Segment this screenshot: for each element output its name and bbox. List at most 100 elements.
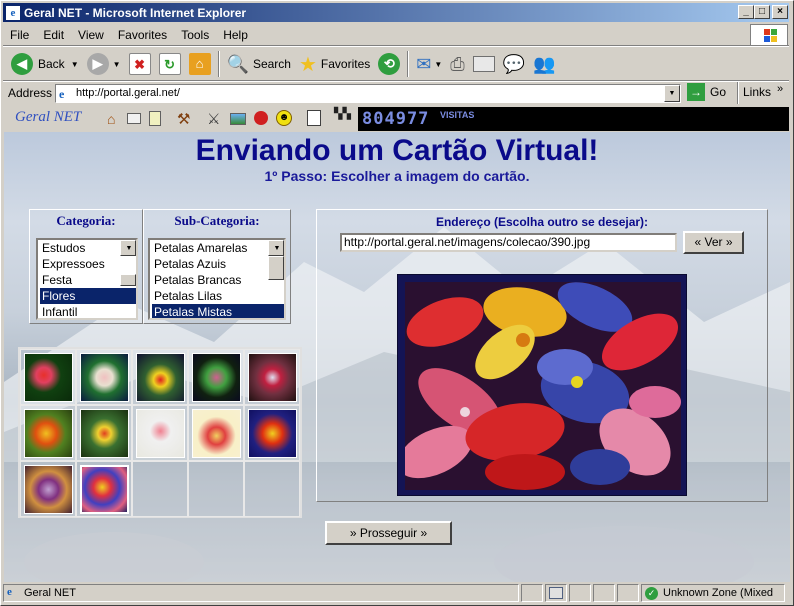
page-title: Enviando um Cartão Virtual!: [195, 134, 599, 167]
media-icon[interactable]: ▚▚: [334, 109, 351, 126]
card-image-preview: [397, 274, 687, 496]
mail-button[interactable]: ✉ ▼: [412, 49, 446, 79]
thumbnail[interactable]: [192, 353, 241, 402]
favorites-button[interactable]: ★ Favorites: [295, 49, 374, 79]
contact-icon[interactable]: [127, 113, 141, 124]
refresh-icon: ↻: [158, 53, 181, 75]
thumbnail[interactable]: [136, 353, 185, 402]
subcategoria-option[interactable]: Petalas Brancas: [152, 272, 284, 288]
status-pane: [521, 584, 543, 602]
address-dropdown[interactable]: ▼: [664, 85, 680, 102]
title-bar: e Geral NET - Microsoft Internet Explore…: [3, 3, 789, 22]
messenger-button[interactable]: 👥: [529, 49, 559, 79]
apple-icon[interactable]: [254, 111, 268, 125]
menu-edit[interactable]: Edit: [36, 28, 71, 42]
categoria-listbox[interactable]: EstudosExpressoesFestaFloresInfantil ▲ ▼: [36, 238, 138, 320]
address-url: http://portal.geral.net/: [76, 87, 180, 99]
status-text: Geral NET: [24, 587, 76, 599]
visit-counter: 804977 VISITAS: [358, 107, 789, 131]
categoria-scrollbar[interactable]: ▲ ▼: [120, 240, 136, 286]
minimize-button[interactable]: _: [738, 5, 754, 19]
subcategoria-option[interactable]: Petalas Azuis: [152, 256, 284, 272]
thumbnail[interactable]: [248, 409, 297, 458]
status-pane: [593, 584, 615, 602]
scroll-down-button[interactable]: ▼: [120, 240, 136, 256]
geralnet-toolbar: Geral NET ⌂ ⚒ ⚔ ☻ ▚▚ 804977 VISITAS: [3, 106, 789, 132]
document-icon[interactable]: [149, 111, 161, 126]
menu-tools[interactable]: Tools: [174, 28, 216, 42]
subcategoria-option[interactable]: Petalas Mistas: [152, 304, 284, 318]
note-icon[interactable]: [307, 110, 321, 126]
thumbnail[interactable]: [24, 409, 73, 458]
image-icon[interactable]: [230, 113, 246, 125]
scroll-down-button[interactable]: ▼: [268, 240, 284, 256]
thumbnail[interactable]: [248, 353, 297, 402]
brand-logo[interactable]: Geral NET: [15, 109, 81, 126]
links-button[interactable]: Links: [743, 85, 771, 99]
thumbnail[interactable]: [24, 465, 73, 514]
scroll-thumb[interactable]: [268, 256, 284, 280]
back-arrow-icon: ◀: [11, 53, 33, 75]
menu-favorites[interactable]: Favorites: [111, 28, 174, 42]
chevron-down-icon: ▼: [434, 59, 443, 69]
search-label: Search: [252, 57, 291, 71]
history-icon: ⟲: [378, 53, 401, 75]
page-content: Enviando um Cartão Virtual! 1º Passo: Es…: [4, 132, 790, 582]
ver-button[interactable]: « Ver »: [683, 231, 744, 254]
thumbnail-grid: [18, 347, 302, 518]
subcategoria-option[interactable]: Petalas Amarelas: [152, 240, 284, 256]
menu-file[interactable]: File: [3, 28, 36, 42]
search-button[interactable]: 🔍 Search: [223, 49, 295, 79]
tools-icon[interactable]: ⚒: [177, 110, 190, 128]
chevron-right-icon: »: [777, 83, 784, 95]
maximize-button[interactable]: □: [754, 5, 770, 19]
subcategoria-listbox[interactable]: Petalas Amarelas Petalas Azuis Petalas Bra…: [148, 238, 286, 320]
refresh-button[interactable]: ↻: [155, 49, 185, 79]
thumbnail[interactable]: [24, 353, 73, 402]
categoria-option[interactable]: Expressoes: [40, 256, 136, 272]
subcategoria-scrollbar[interactable]: ▲ ▼: [268, 240, 284, 280]
prosseguir-button[interactable]: » Prosseguir »: [325, 521, 452, 545]
thumbnail[interactable]: [80, 409, 129, 458]
menu-view[interactable]: View: [71, 28, 111, 42]
scroll-thumb[interactable]: [120, 274, 136, 286]
home-button[interactable]: ⌂: [185, 49, 215, 79]
forward-button[interactable]: ▶ ▼: [83, 49, 125, 79]
back-label: Back: [38, 57, 65, 71]
categoria-option[interactable]: Infantil: [40, 304, 136, 318]
thumbnail[interactable]: [136, 409, 185, 458]
address-input[interactable]: e http://portal.geral.net/ ▼: [55, 84, 681, 103]
go-arrow-icon: →: [687, 83, 705, 101]
stop-button[interactable]: ✖: [125, 49, 155, 79]
ie-icon: e: [6, 5, 20, 20]
subcategoria-option[interactable]: Petalas Lilas: [152, 288, 284, 304]
go-button[interactable]: → Go: [687, 83, 726, 101]
status-bar: e Geral NET ✓ Unknown Zone (Mixed: [3, 584, 789, 603]
discuss-button[interactable]: 💬: [499, 49, 529, 79]
edit-button[interactable]: [469, 49, 499, 79]
home-icon[interactable]: ⌂: [107, 111, 115, 127]
history-button[interactable]: ⟲: [374, 49, 404, 79]
messenger-icon: 👥: [533, 53, 556, 74]
games-icon[interactable]: ⚔: [207, 110, 220, 128]
chevron-down-icon: ▼: [112, 59, 121, 69]
menu-help[interactable]: Help: [216, 28, 255, 42]
categoria-option[interactable]: Flores: [40, 288, 136, 304]
thumbnail[interactable]: [192, 409, 241, 458]
status-page-icon: e: [7, 586, 12, 598]
endereco-input[interactable]: http://portal.geral.net/imagens/colecao/…: [340, 233, 677, 252]
window-title: Geral NET - Microsoft Internet Explorer: [24, 5, 247, 20]
thumbnail[interactable]: [80, 465, 129, 514]
go-label: Go: [710, 85, 727, 99]
print-button[interactable]: ⎙: [446, 49, 468, 79]
page-icon: e: [59, 87, 65, 101]
chevron-down-icon: ▼: [70, 59, 79, 69]
edit-icon: [472, 56, 495, 72]
thumbnail[interactable]: [80, 353, 129, 402]
page-subtitle: 1º Passo: Escolher a imagem do cartão.: [264, 168, 530, 184]
check-icon: ✓: [645, 587, 658, 600]
printer-icon: ⎙: [450, 53, 465, 74]
smiley-icon[interactable]: ☻: [276, 110, 292, 126]
back-button[interactable]: ◀ Back ▼: [7, 49, 83, 79]
close-button[interactable]: ×: [772, 5, 788, 19]
